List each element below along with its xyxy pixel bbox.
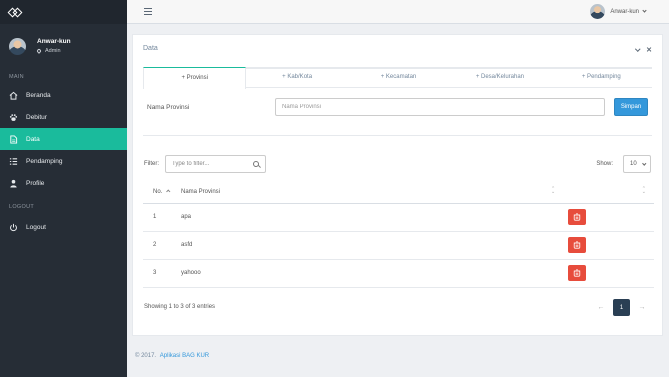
sort-asc-icon (166, 189, 171, 194)
paw-icon (9, 113, 18, 122)
column-header-sortable[interactable]: ⌃ ⌄ (551, 181, 611, 204)
sidebar-user-name: Anwar-kun (37, 38, 71, 45)
column-header-label: No. (153, 188, 163, 195)
power-icon (9, 223, 18, 232)
location-pin-icon (36, 48, 42, 54)
column-header-sortable[interactable]: ⌃ ⌄ (611, 181, 654, 204)
table-header-row: No. Nama Provinsi ⌃ ⌄ ⌃ ⌄ (143, 181, 654, 204)
menu-toggle-icon[interactable] (144, 8, 152, 15)
table-controls: Filter: Show: 10 (144, 155, 651, 173)
cell-nama-provinsi: apa (181, 203, 551, 232)
tab-provinsi[interactable]: + Provinsi (143, 67, 247, 89)
trash-icon (573, 241, 581, 249)
sidebar-section-logout: LOGOUT (9, 204, 35, 210)
tab-desa-kelurahan[interactable]: + Desa/Kelurahan (449, 67, 550, 87)
avatar (9, 37, 26, 55)
sidebar-item-data[interactable]: Data (0, 128, 127, 150)
list-icon (9, 157, 18, 166)
cell-no: 3 (143, 259, 181, 288)
cell-nama-provinsi: yahooo (181, 259, 551, 288)
filter-field[interactable] (165, 155, 266, 173)
user-dropdown[interactable]: Anwar-kun (590, 4, 647, 19)
sidebar-item-label: Data (26, 135, 40, 143)
pagination-prev[interactable]: ← (595, 304, 607, 311)
delete-button[interactable] (568, 209, 586, 225)
footer-link[interactable]: Aplikasi BAG KUR (160, 353, 209, 359)
table-row: 3 yahooo (143, 259, 654, 288)
column-header-no[interactable]: No. (143, 181, 181, 204)
footer: © 2017. Aplikasi BAG KUR (135, 353, 209, 359)
logo-icon (7, 7, 23, 17)
sidebar-item-beranda[interactable]: Beranda (0, 84, 127, 106)
data-panel: Data ✕ + Provinsi + Kab/Kota + Kecamatan… (132, 34, 663, 336)
cell-no: 2 (143, 231, 181, 260)
pagination-page-current[interactable]: 1 (613, 299, 630, 316)
home-icon (9, 91, 18, 100)
sidebar-item-profile[interactable]: Profile (0, 172, 127, 194)
sidebar-item-label: Beranda (26, 91, 51, 99)
sidebar: Anwar-kun Admin MAIN Beranda Debitur Dat… (0, 0, 127, 377)
sort-icon: ⌃ ⌄ (551, 186, 556, 196)
delete-button[interactable] (568, 237, 586, 253)
table-info: Showing 1 to 3 of 3 entries (144, 304, 216, 310)
tab-kab-kota[interactable]: + Kab/Kota (246, 67, 347, 87)
trash-icon (573, 213, 581, 221)
sidebar-user-role-text: Admin (45, 48, 61, 54)
sidebar-item-label: Pendamping (26, 157, 63, 165)
show-label: Show: (596, 161, 613, 167)
tab-pendamping[interactable]: + Pendamping (551, 67, 652, 87)
panel-header: Data ✕ (143, 45, 652, 69)
provinsi-form: Nama Provinsi Simpan (147, 98, 650, 116)
footer-text: © 2017. (135, 353, 157, 359)
sidebar-item-label: Profile (26, 179, 45, 187)
show-entries: Show: 10 (596, 155, 651, 173)
top-user-name: Anwar-kun (610, 8, 639, 15)
sidebar-item-label: Logout (26, 223, 46, 231)
user-icon (9, 179, 18, 188)
top-navbar: Anwar-kun (127, 0, 669, 24)
search-icon (253, 161, 259, 167)
page-size-select[interactable]: 10 (623, 155, 651, 173)
column-header-label: Nama Provinsi (181, 188, 221, 195)
filter-input[interactable] (172, 161, 252, 167)
sidebar-item-pendamping[interactable]: Pendamping (0, 150, 127, 172)
table-row: 1 apa (143, 203, 654, 232)
provinsi-table: No. Nama Provinsi ⌃ ⌄ ⌃ ⌄ 1 apa 2 asfd 3… (143, 181, 654, 288)
chevron-down-icon (642, 8, 647, 13)
page-size-value: 10 (630, 161, 637, 167)
pagination-next[interactable]: → (636, 304, 648, 311)
nama-provinsi-label: Nama Provinsi (147, 103, 190, 111)
chevron-down-icon (642, 161, 646, 165)
tab-bar: + Provinsi + Kab/Kota + Kecamatan + Desa… (143, 67, 652, 89)
filter-label: Filter: (144, 161, 159, 167)
table-row: 2 asfd (143, 231, 654, 260)
divider (143, 135, 652, 136)
tab-kecamatan[interactable]: + Kecamatan (348, 67, 449, 87)
sidebar-item-debitur[interactable]: Debitur (0, 106, 127, 128)
collapse-chevron-icon[interactable] (634, 46, 640, 52)
app-logo[interactable] (0, 0, 127, 24)
nama-provinsi-input[interactable] (275, 98, 605, 116)
sidebar-item-logout[interactable]: Logout (0, 216, 127, 238)
sidebar-item-label: Debitur (26, 113, 47, 121)
sidebar-section-main: MAIN (9, 74, 24, 80)
trash-icon (573, 269, 581, 277)
file-icon (9, 134, 18, 144)
close-icon[interactable]: ✕ (646, 46, 652, 54)
cell-no: 1 (143, 203, 181, 232)
delete-button[interactable] (568, 265, 586, 281)
sort-icon: ⌃ ⌄ (641, 186, 646, 196)
pagination: ← 1 → (595, 299, 648, 316)
avatar (590, 4, 606, 19)
sidebar-user-profile: Anwar-kun Admin (0, 26, 127, 66)
cell-nama-provinsi: asfd (181, 231, 551, 260)
save-button[interactable]: Simpan (614, 98, 648, 116)
panel-title: Data (143, 45, 158, 52)
sidebar-user-role: Admin (36, 48, 71, 54)
column-header-nama-provinsi[interactable]: Nama Provinsi (181, 181, 551, 204)
